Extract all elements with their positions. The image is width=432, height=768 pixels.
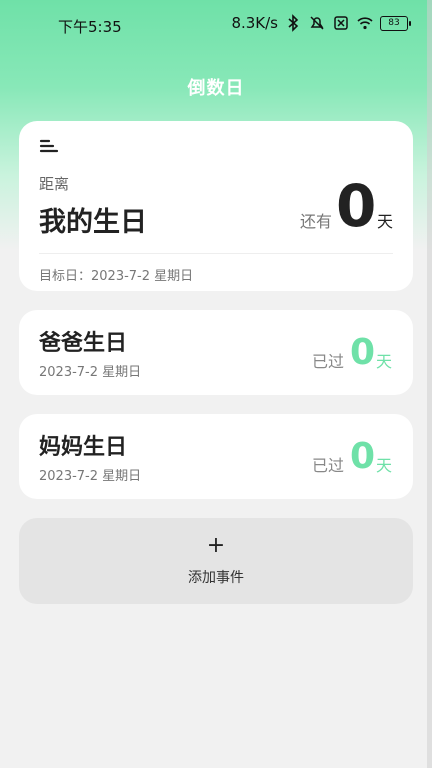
event-name: 爸爸生日 <box>39 331 128 356</box>
battery-level: 83 <box>388 17 400 28</box>
event-day-unit: 天 <box>376 352 393 371</box>
wifi-icon <box>357 17 373 30</box>
distance-label: 距离 <box>39 175 70 193</box>
card-divider <box>39 253 393 254</box>
battery-icon: 83 <box>380 15 411 31</box>
event-date: 2023-7-2 星期日 <box>39 365 142 380</box>
event-day-unit: 天 <box>376 456 393 475</box>
sim-icon <box>334 16 348 30</box>
event-status: 已过 <box>312 352 345 371</box>
network-speed: 8.3K/s <box>231 14 278 32</box>
event-card[interactable]: 妈妈生日 2023-7-2 星期日 已过 0 天 <box>19 414 413 499</box>
event-date: 2023-7-2 星期日 <box>39 469 142 484</box>
target-date: 目标日：2023-7-2 星期日 <box>39 269 194 284</box>
scrollbar-edge <box>427 0 432 768</box>
day-unit: 天 <box>377 212 394 231</box>
remaining-days: 0 <box>336 172 377 240</box>
main-event-card[interactable]: 距离 我的生日 还有 0 天 目标日：2023-7-2 星期日 <box>19 121 413 291</box>
plus-icon: + <box>206 533 226 558</box>
status-icons: 8.3K/s 83 <box>231 14 411 32</box>
status-bar: 下午5:35 8.3K/s 83 <box>0 0 432 50</box>
page-title: 倒数日 <box>187 78 245 99</box>
event-name: 妈妈生日 <box>39 435 128 460</box>
add-event-label: 添加事件 <box>188 570 244 586</box>
event-days: 0 <box>350 436 376 477</box>
event-card[interactable]: 爸爸生日 2023-7-2 星期日 已过 0 天 <box>19 310 413 395</box>
menu-icon[interactable] <box>39 136 59 156</box>
main-event-name: 我的生日 <box>39 207 147 238</box>
event-days: 0 <box>350 332 376 373</box>
status-time: 下午5:35 <box>58 18 122 36</box>
add-event-button[interactable]: + 添加事件 <box>19 518 413 604</box>
bluetooth-icon <box>288 14 299 32</box>
mute-icon <box>310 16 324 30</box>
event-status: 已过 <box>312 456 345 475</box>
remaining-label: 还有 <box>300 212 333 231</box>
